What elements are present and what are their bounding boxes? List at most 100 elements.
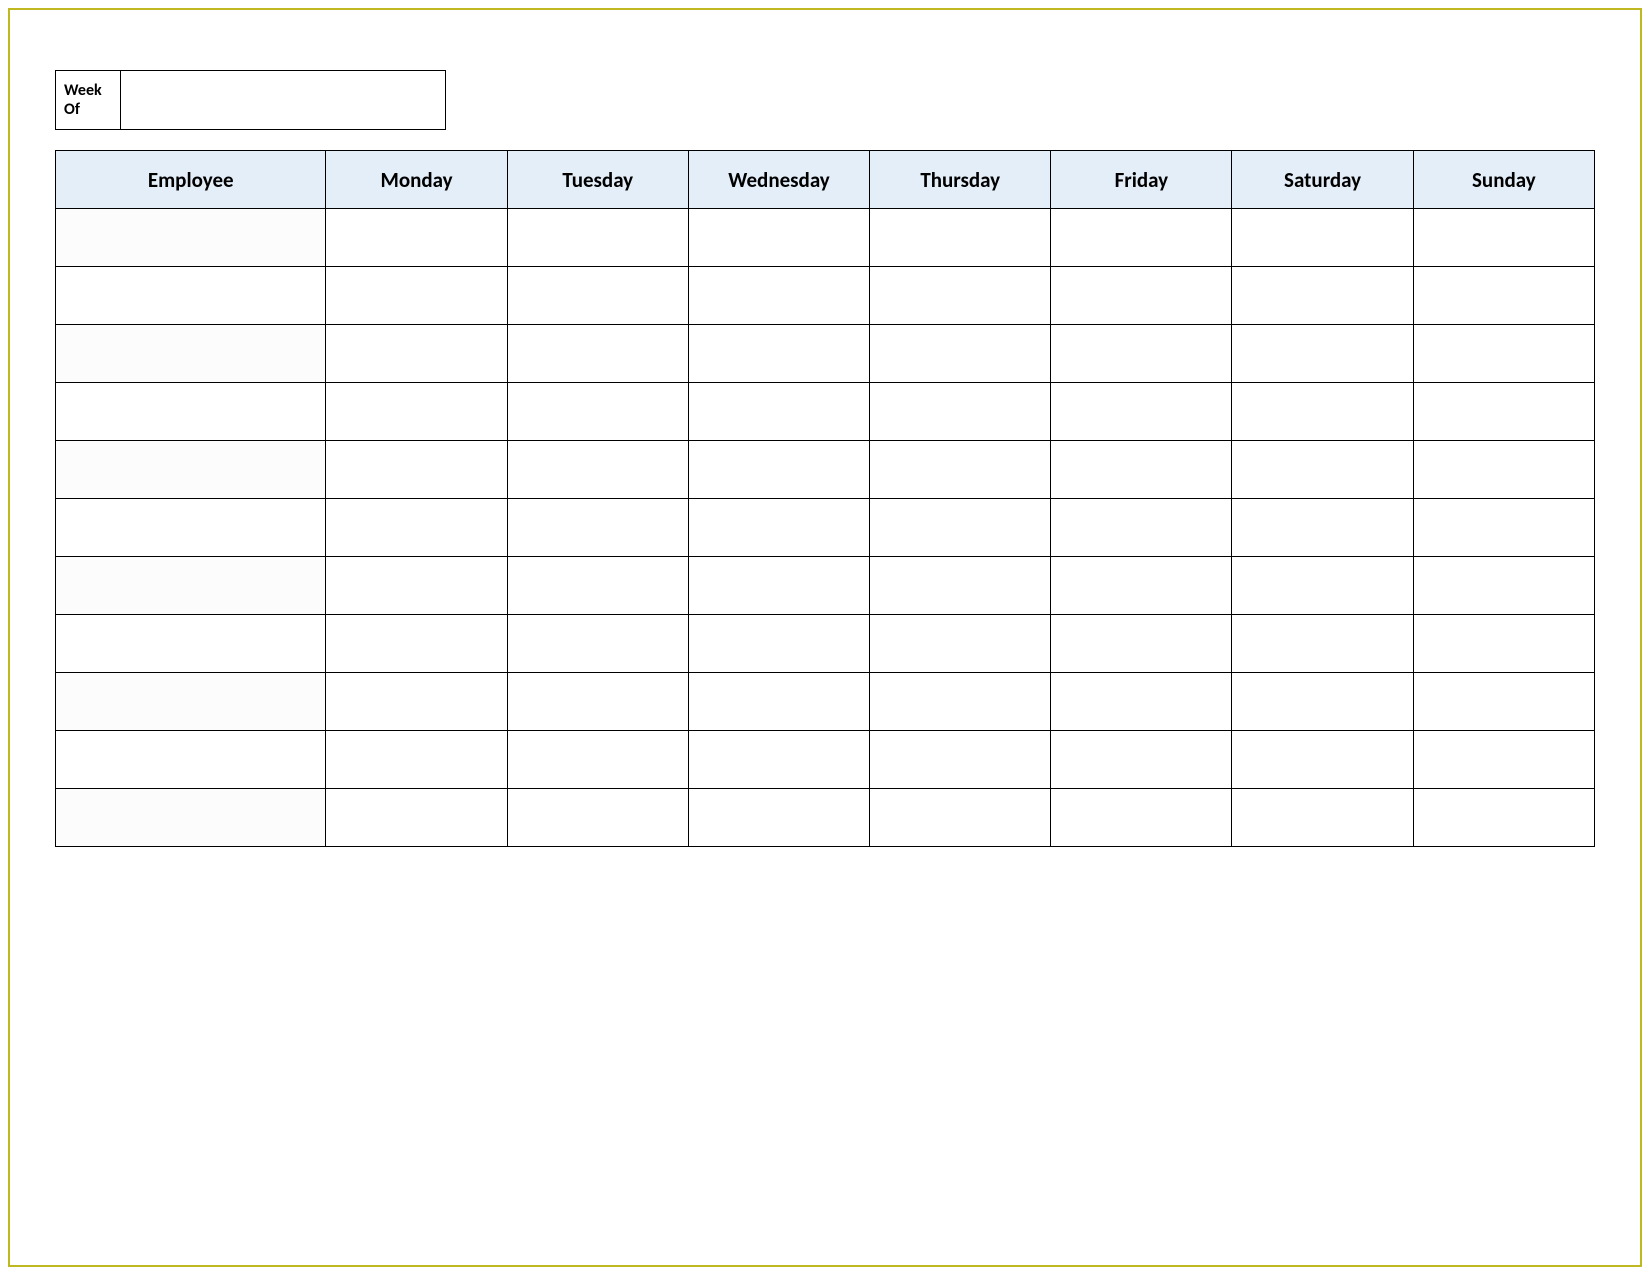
day-cell[interactable] (870, 441, 1051, 499)
day-cell[interactable] (1232, 673, 1413, 731)
day-cell[interactable] (688, 441, 869, 499)
day-cell[interactable] (1051, 557, 1232, 615)
day-cell[interactable] (1051, 789, 1232, 847)
day-cell[interactable] (507, 441, 688, 499)
day-cell[interactable] (507, 325, 688, 383)
day-cell[interactable] (1413, 209, 1594, 267)
day-cell[interactable] (507, 673, 688, 731)
day-cell[interactable] (1413, 441, 1594, 499)
day-cell[interactable] (688, 325, 869, 383)
employee-cell[interactable] (56, 673, 326, 731)
day-cell[interactable] (326, 441, 507, 499)
day-cell[interactable] (1232, 557, 1413, 615)
day-cell[interactable] (870, 499, 1051, 557)
day-cell[interactable] (1232, 325, 1413, 383)
day-cell[interactable] (1051, 267, 1232, 325)
day-cell[interactable] (1232, 731, 1413, 789)
day-cell[interactable] (870, 383, 1051, 441)
day-cell[interactable] (1051, 325, 1232, 383)
day-cell[interactable] (1051, 731, 1232, 789)
day-cell[interactable] (688, 383, 869, 441)
table-row (56, 267, 1595, 325)
employee-cell[interactable] (56, 441, 326, 499)
week-of-input[interactable] (121, 70, 446, 130)
day-cell[interactable] (1232, 615, 1413, 673)
employee-cell[interactable] (56, 325, 326, 383)
day-cell[interactable] (326, 615, 507, 673)
day-cell[interactable] (870, 731, 1051, 789)
table-row (56, 731, 1595, 789)
table-row (56, 383, 1595, 441)
day-cell[interactable] (507, 209, 688, 267)
day-cell[interactable] (507, 557, 688, 615)
day-cell[interactable] (1413, 267, 1594, 325)
header-monday: Monday (326, 151, 507, 209)
day-cell[interactable] (1051, 441, 1232, 499)
day-cell[interactable] (1232, 499, 1413, 557)
day-cell[interactable] (870, 615, 1051, 673)
week-of-label: Week Of (55, 70, 121, 130)
day-cell[interactable] (870, 267, 1051, 325)
day-cell[interactable] (1051, 673, 1232, 731)
header-row: Employee Monday Tuesday Wednesday Thursd… (56, 151, 1595, 209)
day-cell[interactable] (1232, 789, 1413, 847)
employee-cell[interactable] (56, 789, 326, 847)
day-cell[interactable] (507, 789, 688, 847)
day-cell[interactable] (1232, 267, 1413, 325)
employee-cell[interactable] (56, 499, 326, 557)
day-cell[interactable] (1413, 615, 1594, 673)
day-cell[interactable] (870, 209, 1051, 267)
table-row (56, 325, 1595, 383)
employee-cell[interactable] (56, 383, 326, 441)
day-cell[interactable] (1413, 325, 1594, 383)
day-cell[interactable] (1232, 209, 1413, 267)
day-cell[interactable] (326, 325, 507, 383)
day-cell[interactable] (1413, 673, 1594, 731)
employee-cell[interactable] (56, 557, 326, 615)
employee-cell[interactable] (56, 731, 326, 789)
day-cell[interactable] (326, 789, 507, 847)
day-cell[interactable] (870, 789, 1051, 847)
day-cell[interactable] (870, 673, 1051, 731)
employee-cell[interactable] (56, 267, 326, 325)
day-cell[interactable] (326, 383, 507, 441)
day-cell[interactable] (326, 557, 507, 615)
day-cell[interactable] (688, 209, 869, 267)
day-cell[interactable] (1413, 789, 1594, 847)
day-cell[interactable] (688, 673, 869, 731)
header-employee: Employee (56, 151, 326, 209)
day-cell[interactable] (326, 731, 507, 789)
day-cell[interactable] (507, 383, 688, 441)
day-cell[interactable] (688, 789, 869, 847)
header-thursday: Thursday (870, 151, 1051, 209)
day-cell[interactable] (1051, 499, 1232, 557)
day-cell[interactable] (688, 615, 869, 673)
day-cell[interactable] (688, 267, 869, 325)
employee-cell[interactable] (56, 209, 326, 267)
day-cell[interactable] (1051, 383, 1232, 441)
day-cell[interactable] (326, 267, 507, 325)
header-wednesday: Wednesday (688, 151, 869, 209)
day-cell[interactable] (688, 557, 869, 615)
day-cell[interactable] (507, 499, 688, 557)
header-saturday: Saturday (1232, 151, 1413, 209)
day-cell[interactable] (1413, 499, 1594, 557)
day-cell[interactable] (1232, 441, 1413, 499)
day-cell[interactable] (870, 557, 1051, 615)
day-cell[interactable] (507, 267, 688, 325)
day-cell[interactable] (1413, 383, 1594, 441)
day-cell[interactable] (1413, 731, 1594, 789)
day-cell[interactable] (326, 673, 507, 731)
day-cell[interactable] (1051, 615, 1232, 673)
day-cell[interactable] (507, 731, 688, 789)
day-cell[interactable] (870, 325, 1051, 383)
day-cell[interactable] (1051, 209, 1232, 267)
day-cell[interactable] (688, 731, 869, 789)
day-cell[interactable] (1413, 557, 1594, 615)
day-cell[interactable] (326, 499, 507, 557)
employee-cell[interactable] (56, 615, 326, 673)
day-cell[interactable] (688, 499, 869, 557)
day-cell[interactable] (326, 209, 507, 267)
day-cell[interactable] (507, 615, 688, 673)
day-cell[interactable] (1232, 383, 1413, 441)
